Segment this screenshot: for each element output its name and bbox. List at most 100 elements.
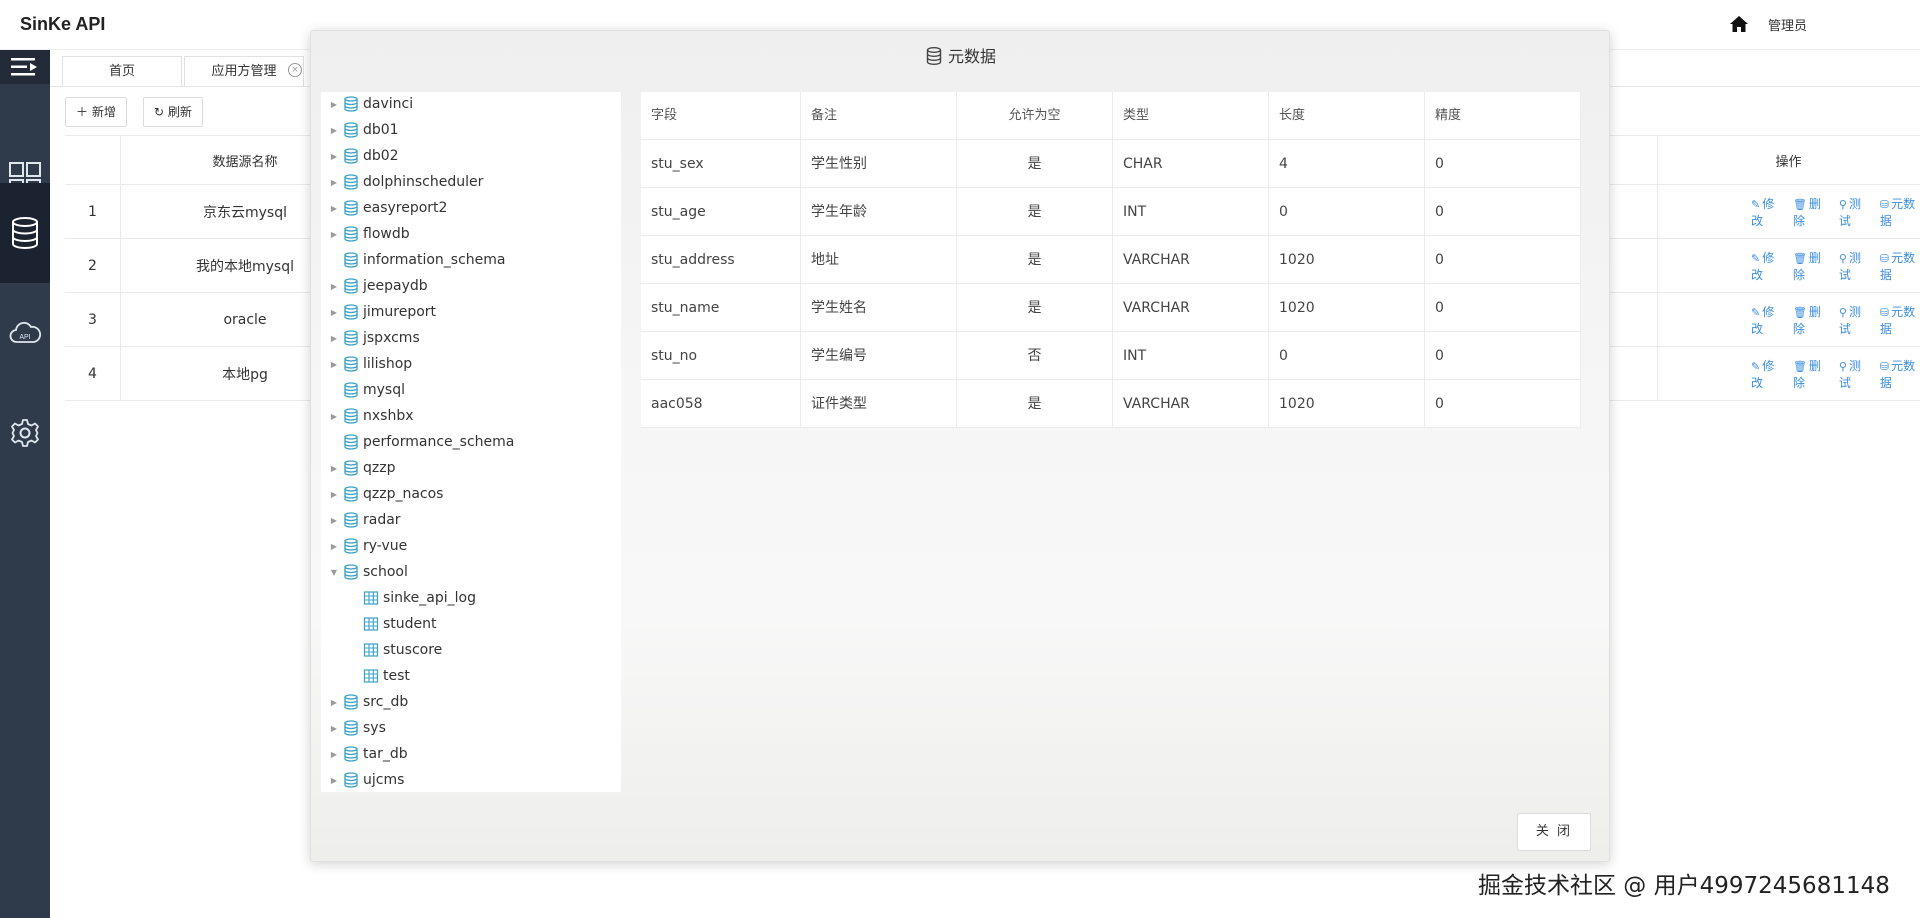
tree-node-database[interactable]: ▶ src_db xyxy=(321,690,408,714)
column-header-nullable: 允许为空 xyxy=(957,92,1113,140)
cell-field: stu_sex xyxy=(641,140,801,188)
sidebar-item-api[interactable]: API xyxy=(0,283,50,383)
cell-type: VARCHAR xyxy=(1113,284,1269,332)
caret-right-icon[interactable]: ▶ xyxy=(329,516,339,525)
tree-node-database[interactable]: ▶ lilishop xyxy=(321,352,412,376)
tree-node-table[interactable]: student xyxy=(321,612,437,636)
tree-node-database[interactable]: ▼ school xyxy=(321,560,408,584)
cell-nullable: 是 xyxy=(957,284,1113,332)
caret-right-icon[interactable]: ▶ xyxy=(329,100,339,109)
tree-node-label: information_schema xyxy=(363,252,506,268)
tree-node-table[interactable]: sinke_api_log xyxy=(321,586,476,610)
delete-link[interactable]: 🗑 删除 xyxy=(1793,249,1827,283)
sidebar: API xyxy=(0,50,50,918)
edit-icon: ✎ xyxy=(1751,359,1761,373)
tree-node-database[interactable]: ▶ db01 xyxy=(321,118,399,142)
tree-node-database[interactable]: ▶ radar xyxy=(321,508,401,532)
caret-right-icon[interactable]: ▶ xyxy=(329,776,339,785)
caret-right-icon[interactable]: ▶ xyxy=(329,750,339,759)
test-link[interactable]: ⚲ 测试 xyxy=(1839,303,1868,337)
tree-node-database[interactable]: ▶ nxshbx xyxy=(321,404,414,428)
tree-node-database[interactable]: ▶ db02 xyxy=(321,144,399,168)
cell-field: stu_address xyxy=(641,236,801,284)
tree-node-database[interactable]: ▶ tar_db xyxy=(321,742,408,766)
tree-node-database[interactable]: ▶ jeepaydb xyxy=(321,274,428,298)
tree-node-database[interactable]: ▶ sys xyxy=(321,716,386,740)
edit-link[interactable]: ✎ 修改 xyxy=(1751,249,1781,283)
delete-link[interactable]: 🗑 删除 xyxy=(1793,195,1827,229)
delete-link[interactable]: 🗑 删除 xyxy=(1793,303,1827,337)
table-icon xyxy=(363,642,383,658)
caret-right-icon[interactable]: ▶ xyxy=(329,360,339,369)
tab-app-management[interactable]: 应用方管理 xyxy=(184,56,304,86)
tree-node-database[interactable]: ▶ qzzp xyxy=(321,456,396,480)
tab-home[interactable]: 首页 xyxy=(62,56,182,86)
cell-length: 0 xyxy=(1269,332,1425,380)
caret-right-icon[interactable]: ▶ xyxy=(329,334,339,343)
trash-icon: 🗑 xyxy=(1792,251,1807,265)
caret-right-icon[interactable]: ▶ xyxy=(329,464,339,473)
tree-node-database[interactable]: performance_schema xyxy=(321,430,514,454)
sidebar-toggle-button[interactable] xyxy=(0,50,50,84)
caret-right-icon[interactable]: ▶ xyxy=(329,126,339,135)
test-link[interactable]: ⚲ 测试 xyxy=(1839,195,1868,229)
database-icon xyxy=(343,148,363,164)
refresh-icon: ↻ xyxy=(154,105,165,119)
tree-node-database[interactable]: ▶ davinci xyxy=(321,92,413,116)
edit-icon: ✎ xyxy=(1751,251,1761,265)
sidebar-item-datasource[interactable] xyxy=(0,183,50,283)
sidebar-item-settings[interactable] xyxy=(0,383,50,483)
edit-link[interactable]: ✎ 修改 xyxy=(1751,357,1781,391)
delete-link[interactable]: 🗑 删除 xyxy=(1793,357,1827,391)
caret-right-icon[interactable]: ▶ xyxy=(329,230,339,239)
home-icon[interactable] xyxy=(1728,14,1750,34)
tree-node-database[interactable]: ▶ ujcms xyxy=(321,768,404,792)
edit-link[interactable]: ✎ 修改 xyxy=(1751,303,1781,337)
caret-right-icon[interactable]: ▶ xyxy=(329,308,339,317)
table-row: stu_age 学生年龄是 INT 0 0 xyxy=(641,188,1581,236)
test-link[interactable]: ⚲ 测试 xyxy=(1839,357,1868,391)
user-name[interactable]: 管理员 xyxy=(1768,15,1807,34)
tab-home-label: 首页 xyxy=(108,64,135,79)
database-icon xyxy=(343,330,363,346)
close-button[interactable]: 关 闭 xyxy=(1517,813,1591,851)
table-icon xyxy=(363,668,383,684)
tree-node-database[interactable]: ▶ easyreport2 xyxy=(321,196,448,220)
caret-down-icon[interactable]: ▼ xyxy=(329,568,339,577)
caret-right-icon[interactable]: ▶ xyxy=(329,204,339,213)
add-button[interactable]: ＋ 新增 xyxy=(65,97,127,127)
caret-right-icon[interactable]: ▶ xyxy=(329,542,339,551)
tree-node-table[interactable]: test xyxy=(321,664,410,688)
caret-right-icon[interactable]: ▶ xyxy=(329,152,339,161)
caret-right-icon[interactable]: ▶ xyxy=(329,698,339,707)
caret-right-icon[interactable]: ▶ xyxy=(329,178,339,187)
tree-node-database[interactable]: information_schema xyxy=(321,248,506,272)
tab-close-icon[interactable]: × xyxy=(288,63,302,77)
cell-nullable: 是 xyxy=(957,140,1113,188)
edit-link[interactable]: ✎ 修改 xyxy=(1751,195,1781,229)
tree-node-database[interactable]: ▶ jimureport xyxy=(321,300,436,324)
metadata-link[interactable]: ⛁ 元数据 xyxy=(1880,357,1920,391)
tree-node-database[interactable]: ▶ dolphinscheduler xyxy=(321,170,483,194)
test-link[interactable]: ⚲ 测试 xyxy=(1839,249,1868,283)
metadata-link[interactable]: ⛁ 元数据 xyxy=(1880,195,1920,229)
database-icon xyxy=(343,122,363,138)
caret-right-icon[interactable]: ▶ xyxy=(329,282,339,291)
tree-node-database[interactable]: ▶ ry-vue xyxy=(321,534,407,558)
tree-node-label: easyreport2 xyxy=(363,200,448,216)
metadata-link[interactable]: ⛁ 元数据 xyxy=(1880,303,1920,337)
database-small-icon: ⛁ xyxy=(1879,251,1890,265)
caret-right-icon[interactable]: ▶ xyxy=(329,412,339,421)
tree-node-database[interactable]: mysql xyxy=(321,378,405,402)
database-icon xyxy=(343,564,363,580)
schema-tree[interactable]: ▶ davinci ▶ db01 ▶ db02 ▶ dolphinscheduler ▶ easy… xyxy=(321,92,621,792)
caret-right-icon[interactable]: ▶ xyxy=(329,490,339,499)
caret-right-icon[interactable]: ▶ xyxy=(329,724,339,733)
tree-node-database[interactable]: ▶ qzzp_nacos xyxy=(321,482,444,506)
cell-nullable: 是 xyxy=(957,236,1113,284)
tree-node-table[interactable]: stuscore xyxy=(321,638,442,662)
refresh-button[interactable]: ↻ 刷新 xyxy=(143,97,203,127)
tree-node-database[interactable]: ▶ flowdb xyxy=(321,222,410,246)
metadata-link[interactable]: ⛁ 元数据 xyxy=(1880,249,1920,283)
tree-node-database[interactable]: ▶ jspxcms xyxy=(321,326,420,350)
